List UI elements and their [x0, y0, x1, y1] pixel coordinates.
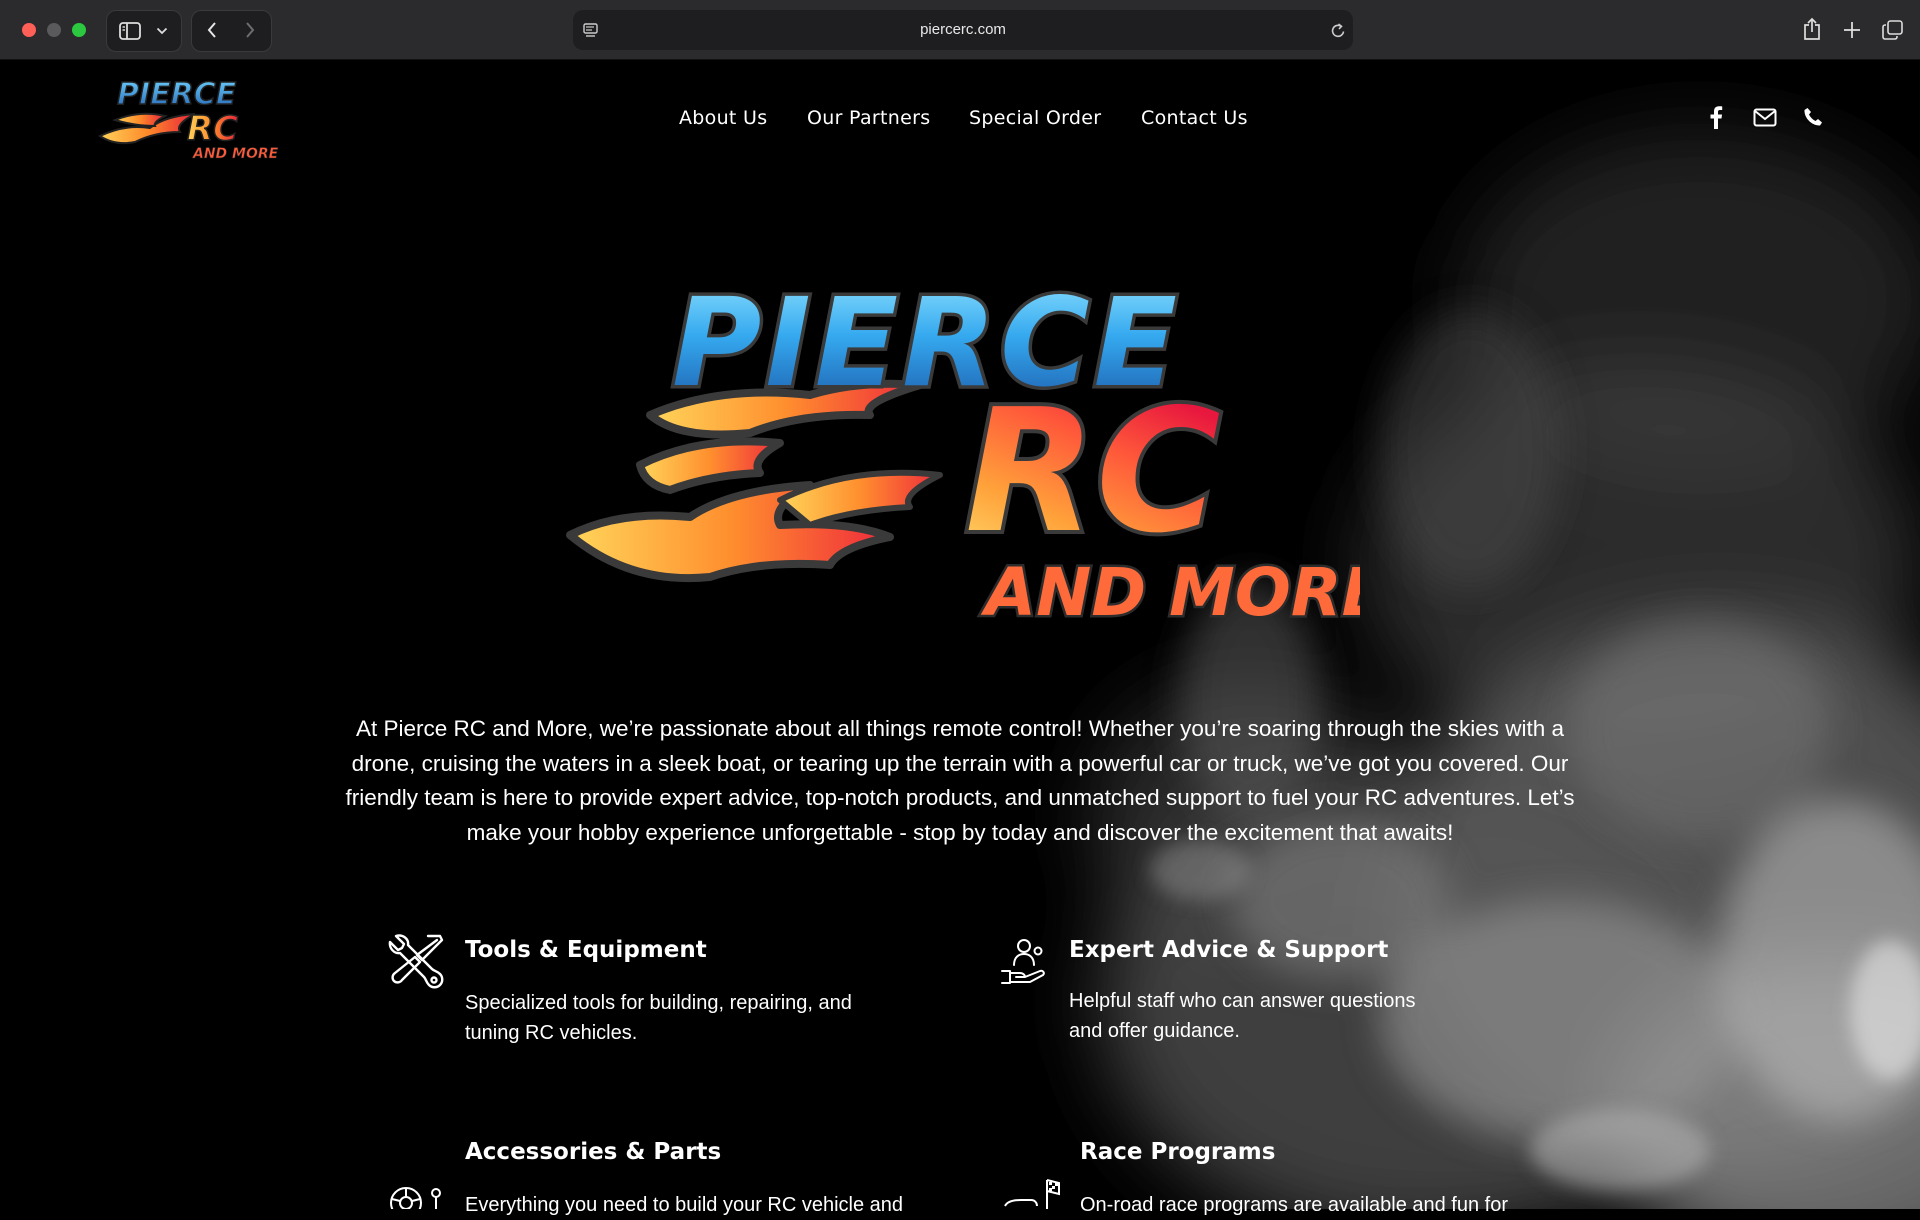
race-flag-icon — [1004, 1179, 1060, 1209]
browser-toolbar: piercerc.com — [0, 0, 1920, 60]
logo-text-rc: RC — [187, 109, 238, 149]
chevron-down-icon — [156, 27, 168, 35]
mail-icon[interactable] — [1753, 108, 1777, 127]
feature-desc-support: Helpful staff who can answer questions a… — [1069, 990, 1416, 1042]
parts-icon — [390, 1187, 441, 1209]
nav-special-order[interactable]: Special Order — [969, 107, 1101, 129]
close-window-button[interactable] — [22, 23, 36, 37]
feature-title-tools: Tools & Equipment — [465, 937, 707, 963]
tools-icon — [388, 934, 444, 989]
tab-overview-icon[interactable] — [1882, 20, 1903, 40]
maximize-window-button[interactable] — [72, 23, 86, 37]
logo-flames — [97, 112, 196, 145]
logo-text-pierce: PIERCE — [117, 77, 237, 112]
sidebar-icon — [119, 22, 141, 40]
nav-about-us[interactable]: About Us — [679, 107, 767, 129]
site-logo[interactable]: PIERCE RC AND MORE — [95, 76, 280, 162]
feature-title-support: Expert Advice & Support — [1069, 937, 1389, 963]
address-bar[interactable]: piercerc.com — [573, 10, 1353, 50]
feature-desc-tools: Specialized tools for building, repairin… — [465, 992, 852, 1044]
feature-title-parts: Accessories & Parts — [465, 1139, 722, 1165]
nav-our-partners[interactable]: Our Partners — [807, 107, 930, 129]
hero-logo-rc: RC — [965, 373, 1221, 571]
phone-icon[interactable] — [1803, 107, 1823, 127]
hero-logo: PIERCE RC AND MORE — [566, 285, 1360, 634]
back-icon[interactable] — [206, 21, 218, 39]
nav-contact-us[interactable]: Contact Us — [1141, 107, 1248, 129]
reload-icon[interactable] — [1330, 22, 1346, 39]
history-nav — [191, 10, 272, 52]
hero-logo-and-more: AND MORE — [980, 554, 1360, 631]
intro-paragraph: At Pierce RC and More, we’re passionate … — [345, 716, 1575, 845]
feature-desc-parts: Everything you need to build your RC veh… — [465, 1194, 904, 1216]
facebook-icon[interactable] — [1709, 105, 1723, 129]
support-icon — [1001, 939, 1045, 984]
minimize-window-button[interactable] — [47, 23, 61, 37]
feature-desc-race: On-road race programs are available and … — [1080, 1194, 1509, 1216]
url-text: piercerc.com — [920, 21, 1006, 38]
sidebar-toggle-button[interactable] — [106, 10, 182, 52]
forward-icon[interactable] — [244, 21, 256, 39]
feature-title-race: Race Programs — [1080, 1139, 1276, 1165]
logo-text-and-more: AND MORE — [192, 146, 279, 162]
new-tab-icon[interactable] — [1843, 21, 1861, 39]
share-icon[interactable] — [1803, 17, 1821, 41]
